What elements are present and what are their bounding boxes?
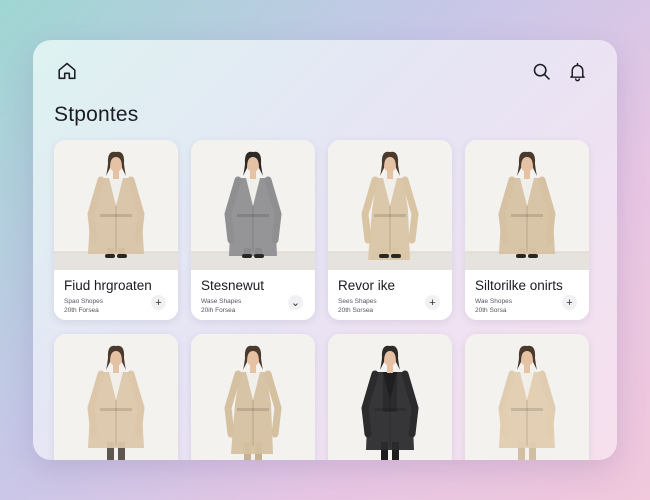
product-info: Stesnewut Wase Shapes 20ih Forsea ⌄ xyxy=(191,270,315,320)
product-image xyxy=(54,334,178,460)
chevron-down-icon[interactable]: ⌄ xyxy=(288,295,303,310)
product-card[interactable]: Fiud hrgroaten Spao Shopes 20th Forsea + xyxy=(54,140,178,320)
product-card[interactable]: Siltorilke onirts Wae Shopes 20th Sorsa + xyxy=(465,140,589,320)
product-image xyxy=(465,334,589,460)
plus-icon[interactable]: + xyxy=(562,295,577,310)
product-name: Revor ike xyxy=(338,278,396,293)
home-icon[interactable] xyxy=(54,58,80,84)
product-card[interactable] xyxy=(465,334,589,460)
product-meta-line2: 20ih Forsea xyxy=(201,307,236,314)
product-meta: Wase Shapes 20ih Forsea xyxy=(201,297,241,315)
product-card[interactable]: Revor ike Sees Shapes 20th Sorsea + xyxy=(328,140,452,320)
plus-icon[interactable]: + xyxy=(151,295,166,310)
product-card[interactable] xyxy=(328,334,452,460)
product-image xyxy=(191,334,315,460)
plus-icon[interactable]: + xyxy=(425,295,440,310)
product-image xyxy=(54,140,178,270)
product-meta-line2: 20th Sorsea xyxy=(338,307,374,314)
search-icon[interactable] xyxy=(528,58,554,84)
product-meta-line1: Wae Shopes xyxy=(475,298,512,305)
product-info: Revor ike Sees Shapes 20th Sorsea + xyxy=(328,270,452,320)
product-meta: Wae Shopes 20th Sorsa xyxy=(475,297,512,315)
product-card[interactable]: Stesnewut Wase Shapes 20ih Forsea ⌄ xyxy=(191,140,315,320)
product-name: Stesnewut xyxy=(201,278,265,293)
product-meta-line1: Spao Shopes xyxy=(64,298,104,305)
product-card[interactable] xyxy=(54,334,178,460)
product-name: Fiud hrgroaten xyxy=(64,278,152,293)
product-meta-line2: 20th Sorsa xyxy=(475,307,507,314)
bell-icon[interactable] xyxy=(564,58,590,84)
product-meta: Spao Shopes 20th Forsea xyxy=(64,297,103,315)
product-meta: Sees Shapes 20th Sorsea xyxy=(338,297,377,315)
product-meta-line1: Wase Shapes xyxy=(201,298,242,305)
product-grid: Fiud hrgroaten Spao Shopes 20th Forsea + St… xyxy=(54,140,589,460)
product-image xyxy=(465,140,589,270)
product-info: Fiud hrgroaten Spao Shopes 20th Forsea + xyxy=(54,270,178,320)
product-meta-line2: 20th Forsea xyxy=(64,307,99,314)
product-card[interactable] xyxy=(191,334,315,460)
section-title: Stpontes xyxy=(54,103,139,126)
product-image xyxy=(191,140,315,270)
product-info: Siltorilke onirts Wae Shopes 20th Sorsa + xyxy=(465,270,589,320)
product-meta-line1: Sees Shapes xyxy=(338,298,377,305)
product-image xyxy=(328,334,452,460)
app-panel: Stpontes Fiud hrgroaten Spao Shopes 20th F… xyxy=(33,40,617,460)
product-image xyxy=(328,140,452,270)
product-name: Siltorilke onirts xyxy=(475,278,563,293)
